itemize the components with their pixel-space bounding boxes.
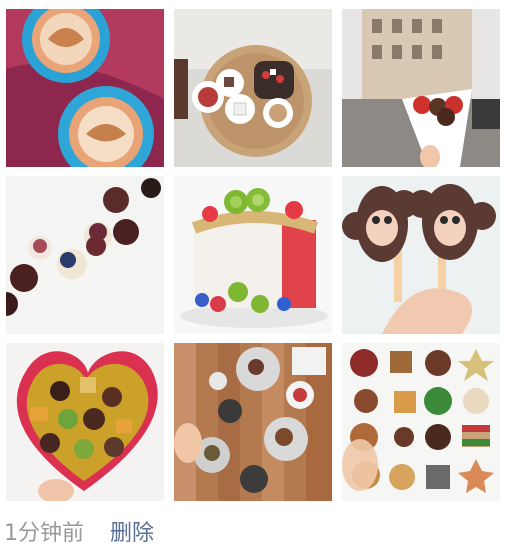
photo-grid [6,9,500,501]
cookie-assortment-photo-icon [342,343,500,501]
post-timestamp: 1分钟前 [4,521,84,546]
wooden-table-plates-photo-icon [174,343,332,501]
mini-cupcakes-photo-icon [6,176,164,334]
monkey-ice-cream-photo-icon [342,176,500,334]
photo-latte-art[interactable] [6,9,164,167]
photo-monkey-ice-cream[interactable] [342,176,500,334]
latte-art-photo-icon [6,9,164,167]
chocolate-strawberries-street-photo-icon [342,9,500,167]
fruit-cake-photo-icon [174,176,332,334]
heart-chocolate-box-photo-icon [6,343,164,501]
delete-post-link[interactable]: 删除 [110,515,154,547]
photo-mini-cupcakes[interactable] [6,176,164,334]
photo-cookie-assortment[interactable] [342,343,500,501]
photo-heart-chocolate-box[interactable] [6,343,164,501]
photo-chocolate-strawberries-street[interactable] [342,9,500,167]
photo-wooden-table-plates[interactable] [174,343,332,501]
post-footer: 1分钟前 删除 [4,514,154,548]
fondue-tray-photo-icon [174,9,332,167]
photo-fruit-cake[interactable] [174,176,332,334]
photo-fondue-tray[interactable] [174,9,332,167]
